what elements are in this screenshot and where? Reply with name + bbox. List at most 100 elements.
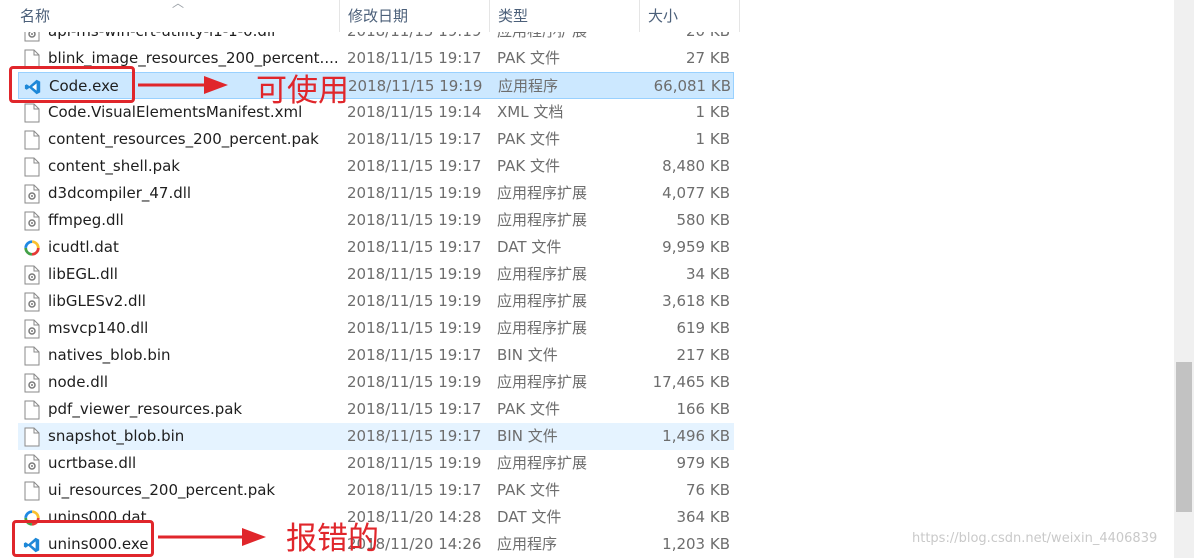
file-name: libGLESv2.dll bbox=[48, 292, 146, 310]
column-name[interactable]: 名称 bbox=[12, 0, 340, 32]
file-date: 2018/11/15 19:19 bbox=[347, 292, 482, 310]
file-type: 应用程序扩展 bbox=[497, 373, 588, 391]
file-name: pdf_viewer_resources.pak bbox=[48, 400, 243, 418]
file-date: 2018/11/15 19:19 bbox=[347, 319, 482, 337]
arrow-icon-error bbox=[158, 528, 266, 546]
column-header: ︿ 名称 修改日期 类型 大小 bbox=[0, 0, 740, 32]
column-type[interactable]: 类型 bbox=[490, 0, 640, 32]
file-date: 2018/11/15 19:17 bbox=[347, 49, 482, 67]
file-type: BIN 文件 bbox=[497, 346, 558, 364]
highlight-box-unins000-exe bbox=[12, 520, 154, 557]
file-name: ui_resources_200_percent.pak bbox=[48, 481, 276, 499]
dll-icon bbox=[23, 373, 41, 393]
file-type: BIN 文件 bbox=[497, 427, 558, 445]
column-type-label: 类型 bbox=[498, 7, 529, 25]
file-size: 217 KB bbox=[676, 346, 730, 364]
file-row[interactable]: node.dll 2018/11/15 19:19 应用程序扩展 17,465 KB bbox=[18, 369, 734, 396]
file-type: 应用程序扩展 bbox=[497, 265, 588, 283]
file-date: 2018/11/15 19:19 bbox=[347, 184, 482, 202]
file-row[interactable]: pdf_viewer_resources.pak 2018/11/15 19:17… bbox=[18, 396, 734, 423]
file-date: 2018/11/15 19:17 bbox=[347, 481, 482, 499]
file-row[interactable]: natives_blob.bin 2018/11/15 19:17 BIN 文件 21… bbox=[18, 342, 734, 369]
scrollbar-thumb[interactable] bbox=[1176, 362, 1192, 512]
file-size: 1 KB bbox=[695, 103, 730, 121]
file-date: 2018/11/15 19:17 bbox=[347, 238, 482, 256]
file-size: 34 KB bbox=[686, 265, 730, 283]
file-type: 应用程序扩展 bbox=[497, 319, 588, 337]
file-date: 2018/11/15 19:19 bbox=[347, 454, 482, 472]
file-size: 8,480 KB bbox=[662, 157, 730, 175]
column-size[interactable]: 大小 bbox=[640, 0, 740, 32]
file-size: 17,465 KB bbox=[652, 373, 730, 391]
file-name: content_shell.pak bbox=[48, 157, 180, 175]
file-row[interactable]: snapshot_blob.bin 2018/11/15 19:17 BIN 文件 1… bbox=[18, 423, 734, 450]
file-row[interactable]: ucrtbase.dll 2018/11/15 19:19 应用程序扩展 979 KB bbox=[18, 450, 734, 477]
file-name: d3dcompiler_47.dll bbox=[48, 184, 192, 202]
file-type: XML 文档 bbox=[497, 103, 564, 121]
file-type: 应用程序 bbox=[498, 77, 559, 95]
file-date: 2018/11/15 19:19 bbox=[348, 77, 483, 95]
file-row[interactable]: ffmpeg.dll 2018/11/15 19:19 应用程序扩展 580 KB bbox=[18, 207, 734, 234]
file-row[interactable]: ui_resources_200_percent.pak 2018/11/15 1… bbox=[18, 477, 734, 504]
file-date: 2018/11/15 19:17 bbox=[347, 400, 482, 418]
file-size: 9,959 KB bbox=[662, 238, 730, 256]
annotation-usable: 可使用 bbox=[256, 73, 349, 109]
file-date: 2018/11/15 19:14 bbox=[347, 103, 482, 121]
dll-icon bbox=[23, 184, 41, 204]
file-name: ffmpeg.dll bbox=[48, 211, 124, 229]
file-row[interactable]: msvcp140.dll 2018/11/15 19:19 应用程序扩展 619 KB bbox=[18, 315, 734, 342]
file-type: 应用程序 bbox=[497, 535, 558, 553]
dll-icon bbox=[23, 292, 41, 312]
file-type: 应用程序扩展 bbox=[497, 292, 588, 310]
file-icon bbox=[23, 103, 41, 123]
file-row[interactable]: content_shell.pak 2018/11/15 19:17 PAK 文件 8… bbox=[18, 153, 734, 180]
file-row[interactable]: icudtl.dat 2018/11/15 19:17 DAT 文件 9,959 KB bbox=[18, 234, 734, 261]
file-date: 2018/11/15 19:19 bbox=[347, 373, 482, 391]
file-icon bbox=[23, 400, 41, 420]
file-name: node.dll bbox=[48, 373, 109, 391]
file-size: 4,077 KB bbox=[662, 184, 730, 202]
highlight-box-code-exe bbox=[9, 66, 135, 103]
file-row[interactable]: content_resources_200_percent.pak 2018/11… bbox=[18, 126, 734, 153]
arrow-icon-usable bbox=[138, 76, 228, 94]
watermark: https://blog.csdn.net/weixin_4406839 bbox=[912, 531, 1158, 546]
file-icon bbox=[23, 481, 41, 501]
dll-icon bbox=[23, 454, 41, 474]
file-type: DAT 文件 bbox=[497, 238, 562, 256]
file-date: 2018/11/15 19:17 bbox=[347, 130, 482, 148]
file-icon bbox=[23, 427, 41, 447]
file-size: 1 KB bbox=[695, 130, 730, 148]
file-date: 2018/11/15 19:17 bbox=[347, 157, 482, 175]
column-size-label: 大小 bbox=[648, 7, 679, 25]
file-type: 应用程序扩展 bbox=[497, 454, 588, 472]
file-date: 2018/11/15 19:17 bbox=[347, 346, 482, 364]
file-row[interactable]: libEGL.dll 2018/11/15 19:19 应用程序扩展 34 KB bbox=[18, 261, 734, 288]
vertical-scrollbar[interactable] bbox=[1174, 0, 1194, 558]
file-type: PAK 文件 bbox=[497, 481, 560, 499]
file-size: 364 KB bbox=[676, 508, 730, 526]
column-name-label: 名称 bbox=[20, 7, 51, 25]
column-date-label: 修改日期 bbox=[348, 7, 409, 25]
file-size: 3,618 KB bbox=[662, 292, 730, 310]
file-row[interactable]: d3dcompiler_47.dll 2018/11/15 19:19 应用程序扩展… bbox=[18, 180, 734, 207]
file-icon bbox=[23, 346, 41, 366]
file-size: 619 KB bbox=[676, 319, 730, 337]
file-name: msvcp140.dll bbox=[48, 319, 149, 337]
column-date[interactable]: 修改日期 bbox=[340, 0, 490, 32]
file-type: PAK 文件 bbox=[497, 157, 560, 175]
file-row[interactable]: libGLESv2.dll 2018/11/15 19:19 应用程序扩展 3,618… bbox=[18, 288, 734, 315]
annotation-error: 报错的 bbox=[286, 521, 379, 557]
file-size: 27 KB bbox=[686, 49, 730, 67]
dat-icon bbox=[23, 238, 41, 258]
file-type: 应用程序扩展 bbox=[497, 184, 588, 202]
file-icon bbox=[23, 157, 41, 177]
file-name: snapshot_blob.bin bbox=[48, 427, 185, 445]
file-type: PAK 文件 bbox=[497, 400, 560, 418]
file-name: natives_blob.bin bbox=[48, 346, 171, 364]
file-size: 580 KB bbox=[676, 211, 730, 229]
file-row[interactable]: Code.VisualElementsManifest.xml 2018/11/1… bbox=[18, 99, 734, 126]
file-size: 1,496 KB bbox=[662, 427, 730, 445]
file-date: 2018/11/15 19:19 bbox=[347, 265, 482, 283]
file-type: PAK 文件 bbox=[497, 49, 560, 67]
dll-icon bbox=[23, 319, 41, 339]
